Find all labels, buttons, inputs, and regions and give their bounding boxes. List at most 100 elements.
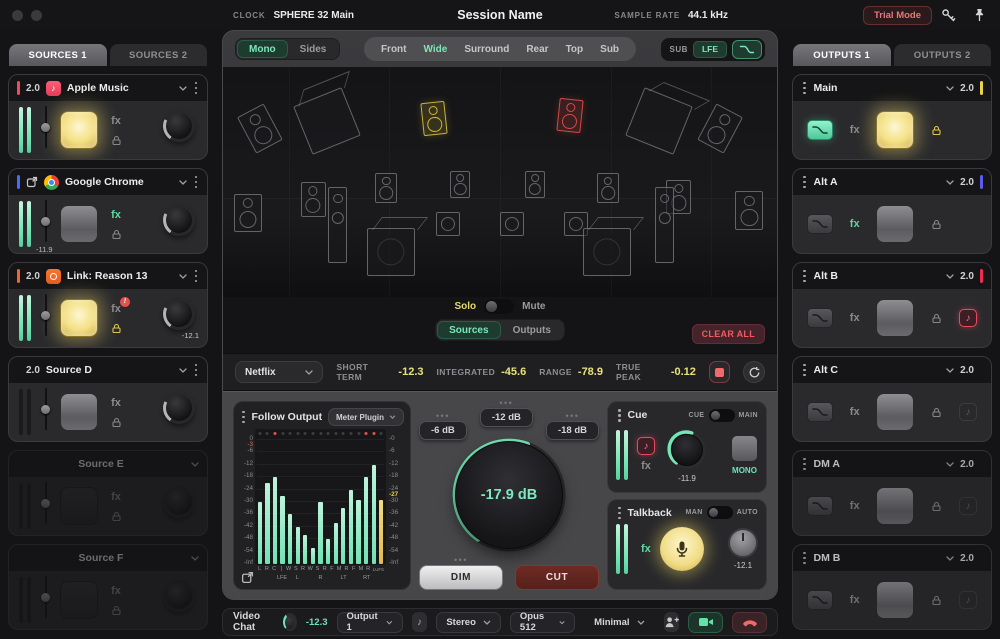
quality-dropdown[interactable]: Minimal (584, 612, 654, 633)
lock-icon[interactable] (111, 605, 122, 616)
pin-icon[interactable] (973, 8, 986, 22)
view-tab-top[interactable]: Top (566, 44, 584, 55)
channel-fader[interactable]: -11.9 (40, 198, 51, 250)
window-controls[interactable] (12, 10, 42, 21)
cue-mono-button[interactable] (731, 435, 758, 462)
lock-icon[interactable] (111, 417, 122, 428)
talkback-menu-kebab[interactable] (616, 505, 623, 522)
speaker[interactable] (583, 228, 631, 276)
music-route-button[interactable]: ♪ (959, 591, 977, 609)
speaker[interactable] (234, 194, 262, 233)
video-chat-knob[interactable] (283, 613, 297, 631)
tab-sources-2[interactable]: SOURCES 2 (110, 44, 208, 66)
fx-toggle[interactable]: fx (111, 585, 121, 597)
preset-options-dots[interactable]: ••• (566, 414, 580, 419)
channel-enable-button[interactable] (60, 487, 98, 525)
speaker[interactable] (525, 171, 545, 199)
channel-fader[interactable] (40, 292, 51, 344)
talkback-level-knob[interactable] (728, 528, 758, 558)
channel-chevron[interactable] (946, 274, 954, 279)
channel-menu-kebab[interactable] (193, 362, 200, 379)
channel-menu-kebab[interactable] (801, 550, 808, 567)
channel-level-knob[interactable] (163, 486, 195, 518)
talkback-fx-toggle[interactable]: fx (641, 543, 651, 555)
channel-name[interactable]: DM A (814, 458, 941, 470)
talkback-man-auto-toggle[interactable] (707, 506, 733, 519)
cue-main-toggle[interactable] (709, 409, 735, 422)
channel-level-knob[interactable] (163, 204, 195, 236)
channel-menu-kebab[interactable] (801, 80, 808, 97)
eq-icon[interactable] (807, 214, 833, 234)
speaker[interactable] (597, 173, 619, 203)
channel-fader[interactable] (40, 104, 51, 156)
channel-enable-button[interactable] (60, 299, 98, 337)
speaker-mute[interactable] (556, 98, 583, 133)
channel-chevron[interactable] (179, 274, 187, 279)
channel-enable-button[interactable] (876, 111, 914, 149)
channel-enable-button[interactable] (876, 581, 914, 619)
eq-icon[interactable] (807, 120, 833, 140)
view-tab-wide[interactable]: Wide (424, 44, 448, 55)
speaker[interactable] (367, 228, 415, 276)
music-route-button[interactable]: ♪ (959, 309, 977, 327)
channel-name[interactable]: Apple Music (67, 82, 173, 94)
lock-icon[interactable] (931, 407, 942, 418)
music-share-icon[interactable]: ♪ (412, 612, 428, 632)
fx-toggle[interactable]: fx! (111, 303, 121, 315)
channel-enable-button[interactable] (876, 205, 914, 243)
fx-toggle[interactable]: fx (850, 500, 860, 512)
cue-menu-kebab[interactable] (616, 407, 623, 424)
window-dot[interactable] (31, 10, 42, 21)
scope-outputs[interactable]: Outputs (501, 321, 563, 339)
lock-icon[interactable] (931, 313, 942, 324)
monitor-level-knob[interactable]: -17.9 dB (446, 432, 572, 558)
channel-menu-kebab[interactable] (801, 174, 808, 191)
channel-chevron[interactable] (179, 86, 187, 91)
channel-enable-button[interactable] (60, 205, 98, 243)
speaker[interactable] (301, 182, 326, 217)
channel-name[interactable]: Alt A (814, 176, 941, 188)
fx-toggle[interactable]: fx (111, 209, 121, 221)
preset-options-dots[interactable]: ••• (499, 401, 513, 406)
speaker[interactable] (328, 187, 347, 264)
cue-music-button[interactable]: ♪ (637, 437, 655, 455)
channel-level-knob[interactable] (163, 110, 195, 142)
expand-meter-icon[interactable] (241, 571, 254, 584)
channel-chevron[interactable] (946, 180, 954, 185)
speaker[interactable] (697, 104, 743, 155)
channel-enable-button[interactable] (876, 393, 914, 431)
dim-button[interactable]: DIM (419, 565, 503, 590)
speaker[interactable] (375, 173, 397, 203)
speaker[interactable] (655, 187, 674, 264)
mode-mono[interactable]: Mono (237, 40, 288, 58)
channel-level-knob[interactable] (163, 580, 195, 612)
channel-enable-button[interactable] (876, 487, 914, 525)
speaker[interactable] (735, 191, 763, 230)
music-route-button[interactable]: ♪ (959, 497, 977, 515)
channel-chevron[interactable] (946, 86, 954, 91)
fx-toggle[interactable]: fx (850, 312, 860, 324)
cue-level-knob[interactable]: -11.9 (664, 427, 710, 483)
speaker-solo[interactable] (421, 100, 448, 135)
solo-mute-toggle[interactable] (484, 299, 514, 314)
loudness-preset-dropdown[interactable]: Netflix (235, 361, 323, 383)
channel-name[interactable]: Google Chrome (65, 176, 173, 188)
eq-icon[interactable] (807, 496, 833, 516)
fx-toggle[interactable]: fx (850, 218, 860, 230)
tab-outputs-1[interactable]: OUTPUTS 1 (793, 44, 891, 66)
lock-icon[interactable] (931, 595, 942, 606)
channel-fader[interactable] (40, 574, 51, 626)
fx-toggle[interactable]: fx (111, 491, 121, 503)
channel-enable-button[interactable] (876, 299, 914, 337)
lfe-filter-button[interactable] (732, 40, 762, 59)
channel-fader[interactable] (40, 480, 51, 532)
lock-icon[interactable] (111, 135, 122, 146)
tab-sources-1[interactable]: SOURCES 1 (9, 44, 107, 66)
eq-icon[interactable] (807, 402, 833, 422)
fx-toggle[interactable]: fx (850, 406, 860, 418)
channel-name[interactable]: Alt C (814, 364, 941, 376)
speaker[interactable] (436, 212, 460, 236)
external-link-icon[interactable] (26, 176, 38, 188)
tab-outputs-2[interactable]: OUTPUTS 2 (894, 44, 992, 66)
channel-chevron[interactable] (946, 556, 954, 561)
